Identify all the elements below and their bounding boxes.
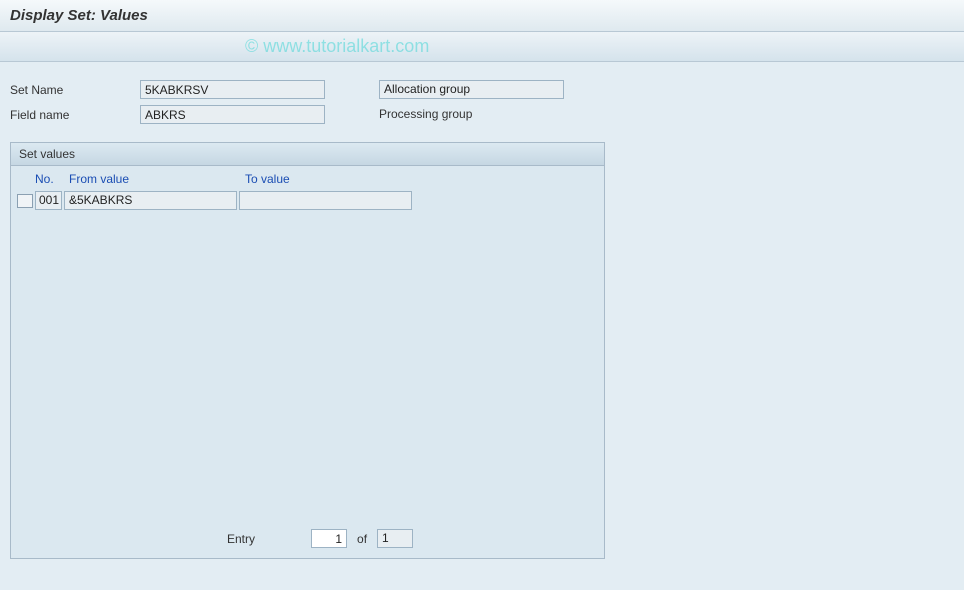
set-name-desc: Allocation group bbox=[379, 80, 564, 99]
th-no: No. bbox=[35, 172, 65, 186]
set-name-input[interactable] bbox=[140, 80, 325, 99]
panel-body bbox=[11, 211, 604, 523]
watermark: © www.tutorialkart.com bbox=[245, 36, 429, 57]
table-header: No. From value To value bbox=[11, 166, 604, 190]
set-values-panel: Set values No. From value To value 001 &… bbox=[10, 142, 605, 559]
field-name-input[interactable] bbox=[140, 105, 325, 124]
toolbar: © www.tutorialkart.com bbox=[0, 32, 964, 62]
field-name-label: Field name bbox=[10, 108, 140, 122]
page-title: Display Set: Values bbox=[0, 0, 964, 32]
of-label: of bbox=[357, 532, 367, 546]
entry-total: 1 bbox=[377, 529, 413, 548]
field-name-desc: Processing group bbox=[379, 105, 472, 124]
table-row: 001 &5KABKRS bbox=[11, 190, 604, 211]
row-checkbox[interactable] bbox=[17, 194, 33, 208]
th-checkbox bbox=[17, 172, 35, 186]
set-name-row: Set Name Allocation group bbox=[10, 80, 954, 99]
row-to-value[interactable] bbox=[239, 191, 412, 210]
row-from-value[interactable]: &5KABKRS bbox=[64, 191, 237, 210]
panel-header: Set values bbox=[11, 143, 604, 166]
row-no: 001 bbox=[35, 191, 62, 210]
panel-footer: Entry of 1 bbox=[11, 523, 604, 558]
entry-label: Entry bbox=[227, 532, 255, 546]
field-name-row: Field name Processing group bbox=[10, 105, 954, 124]
th-to: To value bbox=[245, 172, 425, 186]
th-from: From value bbox=[65, 172, 245, 186]
entry-input[interactable] bbox=[311, 529, 347, 548]
content-area: Set Name Allocation group Field name Pro… bbox=[0, 62, 964, 569]
set-name-label: Set Name bbox=[10, 83, 140, 97]
